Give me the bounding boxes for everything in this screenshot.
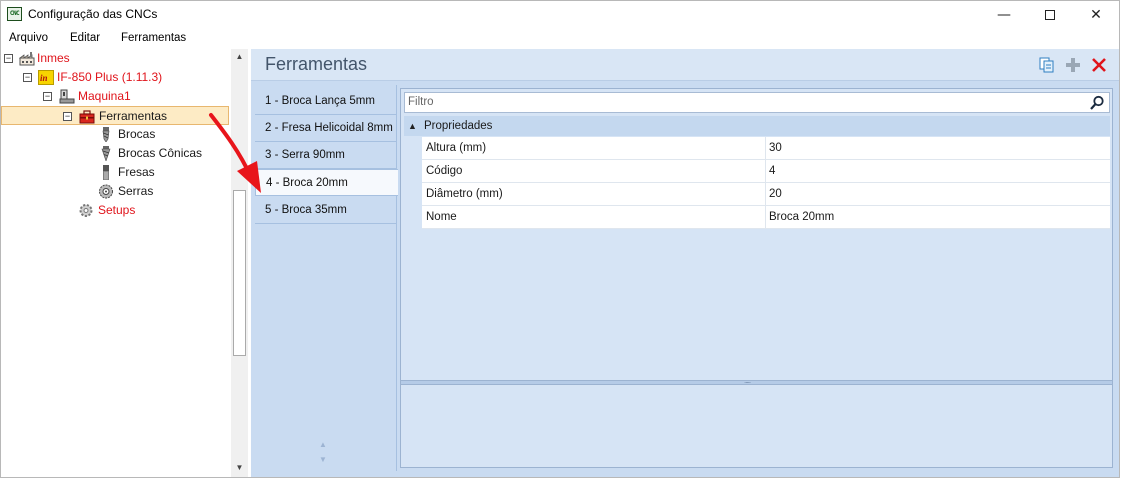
scroll-down-icon[interactable]: ▼ xyxy=(231,463,248,472)
row-gutter xyxy=(404,160,422,183)
scrollbar-thumb[interactable] xyxy=(233,190,246,356)
property-name: Código xyxy=(422,160,766,183)
minimize-button[interactable]: — xyxy=(981,1,1027,29)
main-window: CNC Configuração das CNCs — ✕ Arquivo Ed… xyxy=(0,0,1120,478)
tree-item-label: Serras xyxy=(118,184,154,198)
delete-icon[interactable] xyxy=(1091,57,1107,73)
category-label: Propriedades xyxy=(424,120,493,132)
tool-item[interactable]: 5 - Broca 35mm xyxy=(255,197,397,224)
app-icon: CNC xyxy=(7,7,22,21)
search-icon[interactable] xyxy=(1089,95,1105,111)
row-gutter xyxy=(404,206,422,229)
property-name: Altura (mm) xyxy=(422,137,766,160)
tree-item-brocas[interactable]: Brocas xyxy=(1,125,229,144)
menu-bar: Arquivo Editar Ferramentas xyxy=(1,29,1119,49)
tree-item-maquina1[interactable]: − Maquina1 xyxy=(1,87,229,106)
property-name: Nome xyxy=(422,206,766,229)
tree-item-brocas-conicas[interactable]: Brocas Cônicas xyxy=(1,144,229,163)
panel-header: Ferramentas xyxy=(251,49,1119,81)
filter-input[interactable]: Filtro xyxy=(404,92,1110,113)
maximize-button[interactable] xyxy=(1027,1,1073,29)
menu-ferramentas[interactable]: Ferramentas xyxy=(121,32,186,44)
svg-text:in: in xyxy=(40,73,48,83)
property-value[interactable]: 4 xyxy=(766,160,1110,183)
description-pane xyxy=(401,385,1112,467)
tool-item[interactable]: 3 - Serra 90mm xyxy=(255,142,397,169)
collapse-icon[interactable]: − xyxy=(63,112,72,121)
toolbox-icon xyxy=(79,110,95,124)
property-row[interactable]: Diâmetro (mm) 20 xyxy=(404,183,1110,206)
tool-item[interactable]: 2 - Fresa Helicoidal 8mm xyxy=(255,115,397,142)
copy-icon[interactable] xyxy=(1039,57,1055,73)
tree-scrollbar[interactable]: ▲ ▼ xyxy=(231,49,248,477)
tree-item-label: Inmes xyxy=(37,51,70,65)
scroll-down-icon[interactable]: ▼ xyxy=(319,455,327,464)
tree-item-fresas[interactable]: Fresas xyxy=(1,163,229,182)
window-title: Configuração das CNCs xyxy=(28,7,158,21)
property-grid: Filtro ▲ Propriedades Altura (mm) 30 Cód… xyxy=(400,88,1113,468)
property-value[interactable]: 30 xyxy=(766,137,1110,160)
tree-item-label: Fresas xyxy=(118,165,155,179)
tool-item-selected[interactable]: 4 - Broca 20mm xyxy=(255,169,398,196)
tree-item-ferramentas[interactable]: − Ferramentas xyxy=(1,106,229,125)
tools-panel: Ferramentas 1 - Broca Lança 5mm 2 - Fres… xyxy=(251,49,1119,477)
tree-item-serras[interactable]: Serras xyxy=(1,182,229,201)
property-name: Diâmetro (mm) xyxy=(422,183,766,206)
filter-placeholder: Filtro xyxy=(408,96,434,108)
chevron-up-icon[interactable]: ▲ xyxy=(408,116,417,136)
scroll-up-icon[interactable]: ▲ xyxy=(231,52,248,61)
menu-arquivo[interactable]: Arquivo xyxy=(9,32,48,44)
tree-item-label: Brocas xyxy=(118,127,156,141)
mill-icon xyxy=(103,165,109,180)
tree-item-label: IF-850 Plus (1.11.3) xyxy=(57,70,163,84)
property-row[interactable]: Nome Broca 20mm xyxy=(404,206,1110,229)
collapse-icon[interactable]: − xyxy=(4,54,13,63)
maximize-icon xyxy=(1045,10,1055,20)
property-row[interactable]: Altura (mm) 30 xyxy=(404,137,1110,160)
tree-item-inmes[interactable]: − Inmes xyxy=(1,49,229,68)
tool-list: 1 - Broca Lança 5mm 2 - Fresa Helicoidal… xyxy=(255,85,398,471)
grip-icon: ..... xyxy=(744,376,751,385)
panel-title: Ferramentas xyxy=(265,54,368,74)
tool-item[interactable]: 1 - Broca Lança 5mm xyxy=(255,88,397,115)
scroll-up-icon[interactable]: ▲ xyxy=(319,440,327,449)
collapse-icon[interactable]: − xyxy=(23,73,32,82)
tree-item-label: Brocas Cônicas xyxy=(118,146,203,160)
close-button[interactable]: ✕ xyxy=(1073,1,1119,29)
factory-icon xyxy=(19,52,35,66)
menu-editar[interactable]: Editar xyxy=(70,32,100,44)
tree-item-setups[interactable]: Setups xyxy=(1,201,229,220)
gear-icon xyxy=(79,204,93,217)
property-row[interactable]: Código 4 xyxy=(404,160,1110,183)
conical-drill-icon xyxy=(101,146,111,161)
row-gutter xyxy=(404,137,422,160)
collapse-icon[interactable]: − xyxy=(43,92,52,101)
title-bar: CNC Configuração das CNCs — ✕ xyxy=(1,1,1119,29)
machine-icon xyxy=(59,89,75,104)
tree-item-if850[interactable]: − in IF-850 Plus (1.11.3) xyxy=(1,68,229,87)
property-value[interactable]: Broca 20mm xyxy=(766,206,1110,229)
brand-logo-icon: in xyxy=(38,70,54,85)
add-icon[interactable] xyxy=(1065,57,1081,73)
property-value[interactable]: 20 xyxy=(766,183,1110,206)
tree-item-label: Maquina1 xyxy=(78,89,131,103)
tree-item-label: Ferramentas xyxy=(99,109,168,123)
row-gutter xyxy=(404,183,422,206)
saw-blade-icon xyxy=(99,184,113,199)
drill-bit-icon xyxy=(102,127,110,142)
tree-view: − Inmes − in IF-850 Plus (1.11.3) − Maqu… xyxy=(1,49,231,477)
category-header[interactable]: ▲ Propriedades xyxy=(404,116,1110,136)
tree-item-label: Setups xyxy=(98,203,136,217)
